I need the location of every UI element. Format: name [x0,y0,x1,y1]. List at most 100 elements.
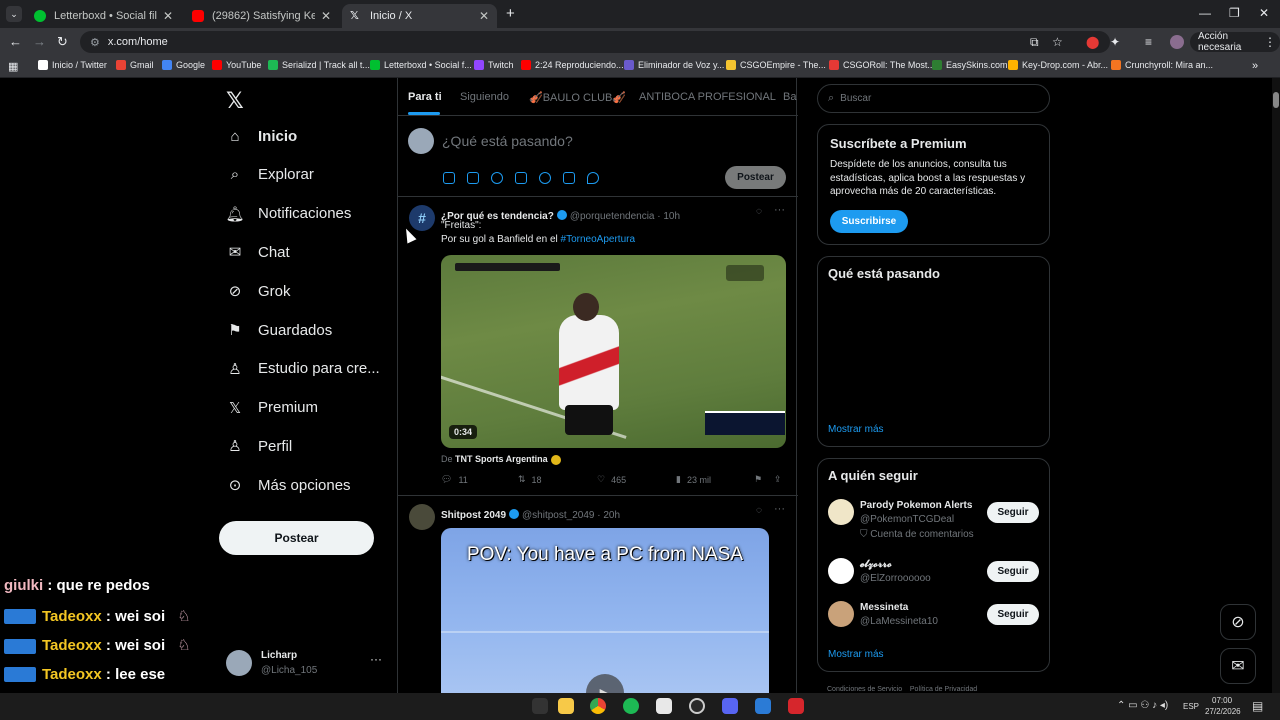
tray-icons[interactable]: ⌃ ▭ ⚇ ♪ ◂) [1117,700,1168,711]
spotify-icon[interactable] [623,698,639,714]
close-icon[interactable]: ✕ [321,9,331,23]
reload-icon[interactable]: ↻ [57,34,68,50]
follow-handle[interactable]: @ElZorroooooo [860,573,931,584]
clock-date[interactable]: 27/2/2026 [1205,707,1241,716]
follow-show-more[interactable]: Mostrar más [828,649,884,660]
tweet-handle[interactable]: @porquetendencia [570,211,655,222]
tweet-handle[interactable]: @shitpost_2049 [522,510,594,521]
site-info-icon[interactable]: ⚙ [90,36,100,49]
tab-more[interactable]: Ba [783,91,796,103]
nav-item-6[interactable]: ♙ Estudio para cre... [226,360,379,378]
footer-link[interactable]: Condiciones de Servicio [827,686,902,693]
like-button[interactable]: ♡ 465 [597,474,626,485]
tweet[interactable]: # ¿Por qué es tendencia? @porquetendencia… [398,197,798,495]
bookmark-item[interactable]: Inicio / Twitter [38,60,107,70]
gif-icon[interactable] [467,172,479,184]
follow-button[interactable]: Seguir [987,604,1039,625]
notifications-icon[interactable]: ▤ [1252,699,1263,713]
tab-baulo-club[interactable]: 🎻BAULO CLUB🎻 [529,91,626,104]
footer-link[interactable]: Política de Privacidad [910,686,977,693]
star-icon[interactable]: ☆ [1052,35,1063,49]
poll-icon[interactable] [515,172,527,184]
follow-button[interactable]: Seguir [987,502,1039,523]
clock-time[interactable]: 07:00 [1212,696,1232,705]
play-icon[interactable]: ▶ [586,674,624,693]
obs-icon[interactable] [689,698,705,714]
forward-icon[interactable]: → [33,34,46,49]
profile-avatar[interactable] [1170,35,1184,49]
schedule-icon[interactable] [563,172,575,184]
nav-item-7[interactable]: 𝕏 Premium [226,399,318,417]
app-icon[interactable] [755,698,771,714]
scrollbar[interactable] [1272,78,1280,693]
bookmark-item[interactable]: EasySkins.com [932,60,1008,70]
language-indicator[interactable]: ESP [1183,702,1199,711]
bookmark-item[interactable]: Crunchyroll: Mira an... [1111,60,1213,70]
bookmark-item[interactable]: Google [162,60,205,70]
tab-search-button[interactable]: ⌄ [6,6,22,22]
bookmark-item[interactable]: CSGOEmpire - The... [726,60,826,70]
extension-red-icon[interactable]: ⬤ [1086,35,1099,49]
url-bar[interactable]: ⚙ x.com/home [80,31,1110,53]
account-switcher[interactable]: Licharp @Licha_105 ··· [226,648,386,680]
follow-handle[interactable]: @PokemonTCGDeal [860,514,954,525]
tab-siguiendo[interactable]: Siguiendo [460,91,509,103]
nav-item-9[interactable]: ⊙ Más opciones [226,476,351,495]
image-icon[interactable] [443,172,455,184]
bookmark-item[interactable]: Key-Drop.com - Abr... [1008,60,1108,70]
window-close-icon[interactable]: ✕ [1259,6,1269,20]
bookmark-item[interactable]: Serializd | Track all t... [268,60,370,70]
bookmark-item[interactable]: Eliminador de Voz y... [624,60,724,70]
tweet-media[interactable]: POV: You have a PC from NASA ▶ [441,528,769,693]
restore-icon[interactable]: ❐ [1229,6,1240,20]
close-icon[interactable]: ✕ [163,9,173,23]
composer-post-button[interactable]: Postear [725,166,786,189]
minimize-icon[interactable]: — [1199,6,1211,20]
bookmark-item[interactable]: YouTube [212,60,261,70]
tab-letterboxd[interactable]: Letterboxd • Social film discove ✕ [26,4,181,28]
tweet-time[interactable]: 20h [603,510,620,521]
share-icon[interactable]: ⇪ [774,474,782,485]
nav-item-2[interactable]: 🔔︎ Notificaciones [225,205,351,223]
bookmark-item[interactable]: CSGORoll: The Most... [829,60,935,70]
trends-show-more[interactable]: Mostrar más [828,424,884,435]
bookmark-item[interactable]: 2:24 Reproduciendo... [521,60,624,70]
nav-item-1[interactable]: ⌕ Explorar [226,166,314,184]
bookmark-icon[interactable]: ⚑ [754,474,762,485]
install-icon[interactable]: ⧉ [1030,35,1039,50]
avatar[interactable] [828,601,854,627]
emoji-icon[interactable] [539,172,551,184]
post-button[interactable]: Postear [219,521,374,555]
x-logo[interactable]: 𝕏 [226,88,244,114]
follow-handle[interactable]: @LaMessineta10 [860,616,938,627]
source-link[interactable]: TNT Sports Argentina [455,454,548,464]
file-explorer-icon[interactable] [558,698,574,714]
back-icon[interactable]: ← [9,34,22,49]
tab-x[interactable]: 𝕏 Inicio / X ✕ [342,4,497,28]
chrome-icon[interactable] [590,698,606,714]
more-icon[interactable]: ··· [774,204,785,216]
tab-youtube[interactable]: (29862) Satisfying Keyboard Cli ✕ [184,4,339,28]
avatar[interactable] [828,558,854,584]
notepad-icon[interactable] [656,698,672,714]
grok-icon[interactable] [491,172,503,184]
bookmark-item[interactable]: Letterboxd • Social f... [370,60,472,70]
apps-icon[interactable]: ▦ [8,60,18,73]
tweet-time[interactable]: 10h [663,211,680,222]
views-button[interactable]: ▮ 23 mil [676,474,711,485]
discord-icon[interactable] [722,698,738,714]
nav-item-4[interactable]: ⊘ Grok [226,282,291,301]
tweet-author[interactable]: Shitpost 2049 [441,510,506,521]
tab-antiboca[interactable]: ANTIBOCA PROFESIONAL [639,91,776,103]
hashtag-link[interactable]: #TorneoApertura [561,234,636,245]
follow-button[interactable]: Seguir [987,561,1039,582]
bookmark-item[interactable]: Gmail [116,60,154,70]
new-tab-button[interactable]: + [506,5,515,22]
follow-name[interactable]: 𝓮𝓵𝔃𝓸𝓻𝓻𝓸 [860,559,892,570]
more-icon[interactable]: ··· [774,503,785,515]
extensions-icon[interactable]: ✦ [1110,35,1120,49]
more-bookmarks-icon[interactable]: » [1252,60,1258,72]
media-icon[interactable]: ≡ [1145,35,1152,49]
grok-icon[interactable]: ◌ [756,206,762,217]
follow-name[interactable]: Parody Pokemon Alerts [860,500,972,511]
